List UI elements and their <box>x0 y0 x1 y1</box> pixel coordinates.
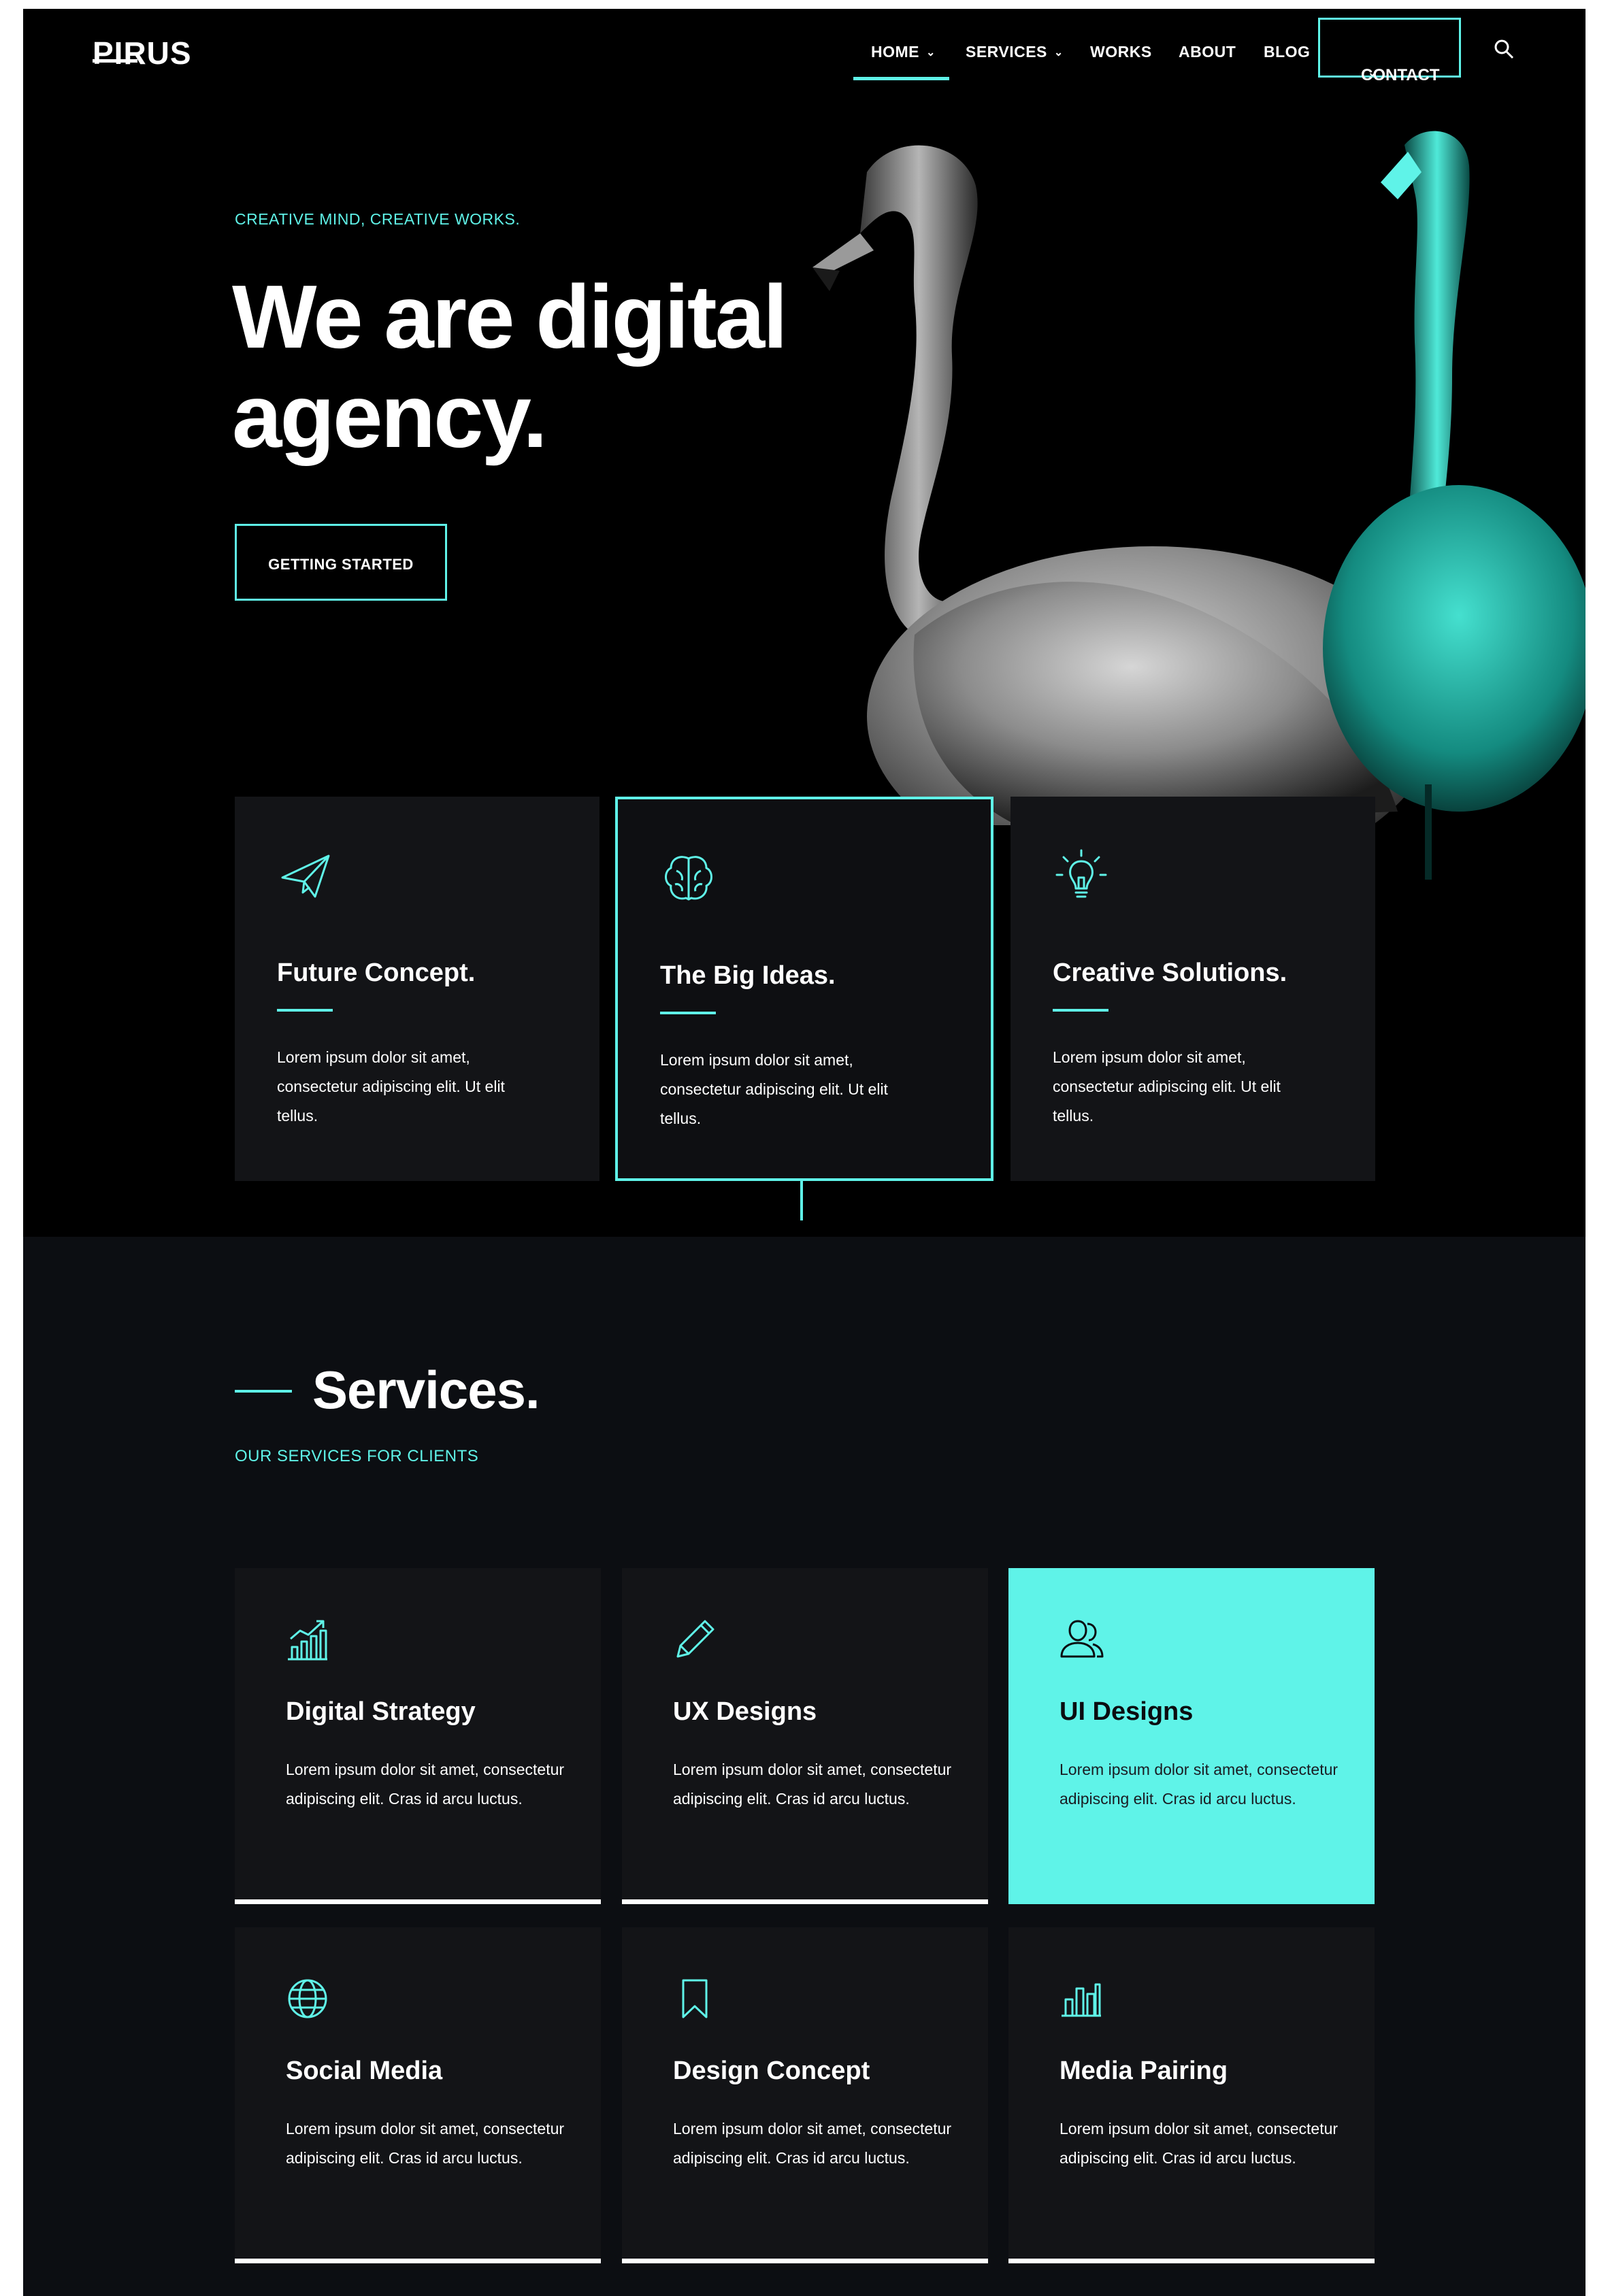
services-title-bar <box>235 1390 292 1393</box>
services-subtitle: OUR SERVICES FOR CLIENTS <box>235 1447 479 1465</box>
service-card-underline <box>622 2259 988 2263</box>
chevron-down-icon: ⌄ <box>1053 47 1064 59</box>
getting-started-label: GETTING STARTED <box>268 556 414 573</box>
nav-services[interactable]: SERVICES ⌄ <box>966 43 1064 61</box>
service-title: Social Media <box>286 2057 443 2085</box>
service-card-ux-designs[interactable]: UX Designs Lorem ipsum dolor sit amet, c… <box>622 1568 988 1904</box>
service-text: Lorem ipsum dolor sit amet, consectetur … <box>286 1761 565 1808</box>
service-card-digital-strategy[interactable]: Digital Strategy Lorem ipsum dolor sit a… <box>235 1568 601 1904</box>
feature-card-big-ideas[interactable]: The Big Ideas. Lorem ipsum dolor sit ame… <box>615 797 993 1181</box>
feature-text: Lorem ipsum dolor sit amet, consectetur … <box>277 1048 505 1125</box>
service-text: Lorem ipsum dolor sit amet, consectetur … <box>673 1761 952 1808</box>
service-card-social-media[interactable]: Social Media Lorem ipsum dolor sit amet,… <box>235 1927 601 2263</box>
page: PIRUS HOME ⌄ SERVICES ⌄ WORKS ABOUT BLOG C… <box>23 9 1586 2296</box>
feature-card-future-concept[interactable]: Future Concept. Lorem ipsum dolor sit am… <box>235 797 599 1181</box>
service-title: Media Pairing <box>1059 2057 1228 2085</box>
search-icon[interactable] <box>1491 36 1518 63</box>
service-title: UX Designs <box>673 1697 817 1726</box>
service-card-media-pairing[interactable]: Media Pairing Lorem ipsum dolor sit amet… <box>1008 1927 1375 2263</box>
feature-divider <box>277 1009 333 1012</box>
service-text: Lorem ipsum dolor sit amet, consectetur … <box>1059 1761 1338 1808</box>
service-card-underline <box>235 1899 601 1904</box>
logo-strike <box>93 59 137 63</box>
service-text: Lorem ipsum dolor sit amet, consectetur … <box>286 2120 565 2167</box>
chevron-down-icon: ⌄ <box>926 47 936 59</box>
nav-contact-button[interactable]: CONTACT ⌄ <box>1318 18 1461 84</box>
service-title: Digital Strategy <box>286 1697 476 1726</box>
getting-started-button[interactable]: GETTING STARTED <box>235 524 447 601</box>
nav-home[interactable]: HOME ⌄ <box>871 43 936 61</box>
service-card-underline <box>1008 1899 1375 1904</box>
pencil-icon <box>676 1620 714 1658</box>
chevron-down-icon: ⌄ <box>1368 67 1377 79</box>
nav-services-label: SERVICES <box>966 43 1047 61</box>
globe-icon <box>288 1979 327 2018</box>
flamingo-teal-image <box>1323 131 1586 880</box>
feature-card-creative-solutions[interactable]: Creative Solutions. Lorem ipsum dolor si… <box>1011 797 1375 1181</box>
service-title: UI Designs <box>1059 1697 1194 1726</box>
service-text: Lorem ipsum dolor sit amet, consectetur … <box>673 2120 952 2167</box>
services-title: Services. <box>312 1360 540 1420</box>
nav-works[interactable]: WORKS <box>1090 43 1152 61</box>
growth-chart-icon <box>288 1620 327 1661</box>
service-card-underline <box>622 1899 988 1904</box>
logo[interactable]: PIRUS <box>93 35 192 71</box>
feature-title: Future Concept. <box>277 959 476 987</box>
feature-divider <box>660 1012 716 1014</box>
hero-headline: We are digital agency. <box>232 267 788 466</box>
nav-about-label: ABOUT <box>1179 43 1236 61</box>
nav-home-label: HOME <box>871 43 919 61</box>
hero-tagline: CREATIVE MIND, CREATIVE WORKS. <box>235 210 521 228</box>
feature-title: The Big Ideas. <box>660 961 836 990</box>
nav-blog[interactable]: BLOG <box>1264 43 1310 61</box>
nav-about[interactable]: ABOUT <box>1179 43 1236 61</box>
nav-active-indicator <box>853 77 949 80</box>
users-icon <box>1060 1620 1104 1658</box>
feature-text: Lorem ipsum dolor sit amet, consectetur … <box>1053 1048 1281 1125</box>
service-text: Lorem ipsum dolor sit amet, consectetur … <box>1059 2120 1338 2167</box>
bar-chart-icon <box>1062 1983 1101 2017</box>
service-card-underline <box>235 2259 601 2263</box>
hero-section: PIRUS HOME ⌄ SERVICES ⌄ WORKS ABOUT BLOG C… <box>23 9 1586 1237</box>
nav-works-label: WORKS <box>1090 43 1152 61</box>
feature-text: Lorem ipsum dolor sit amet, consectetur … <box>660 1051 888 1127</box>
brain-icon <box>665 856 712 901</box>
service-card-ui-designs[interactable]: UI Designs Lorem ipsum dolor sit amet, c… <box>1008 1568 1375 1904</box>
lightbulb-icon <box>1055 849 1107 898</box>
feature-title: Creative Solutions. <box>1053 959 1287 987</box>
service-card-design-concept[interactable]: Design Concept Lorem ipsum dolor sit ame… <box>622 1927 988 2263</box>
service-title: Design Concept <box>673 2057 870 2085</box>
logo-text: PIRUS <box>93 35 192 71</box>
nav-blog-label: BLOG <box>1264 43 1311 61</box>
feature-connector-line <box>800 1181 803 1220</box>
service-card-underline <box>1008 2259 1375 2263</box>
bookmark-icon <box>682 1979 708 2018</box>
paper-plane-icon <box>281 854 330 898</box>
feature-divider <box>1053 1009 1108 1012</box>
